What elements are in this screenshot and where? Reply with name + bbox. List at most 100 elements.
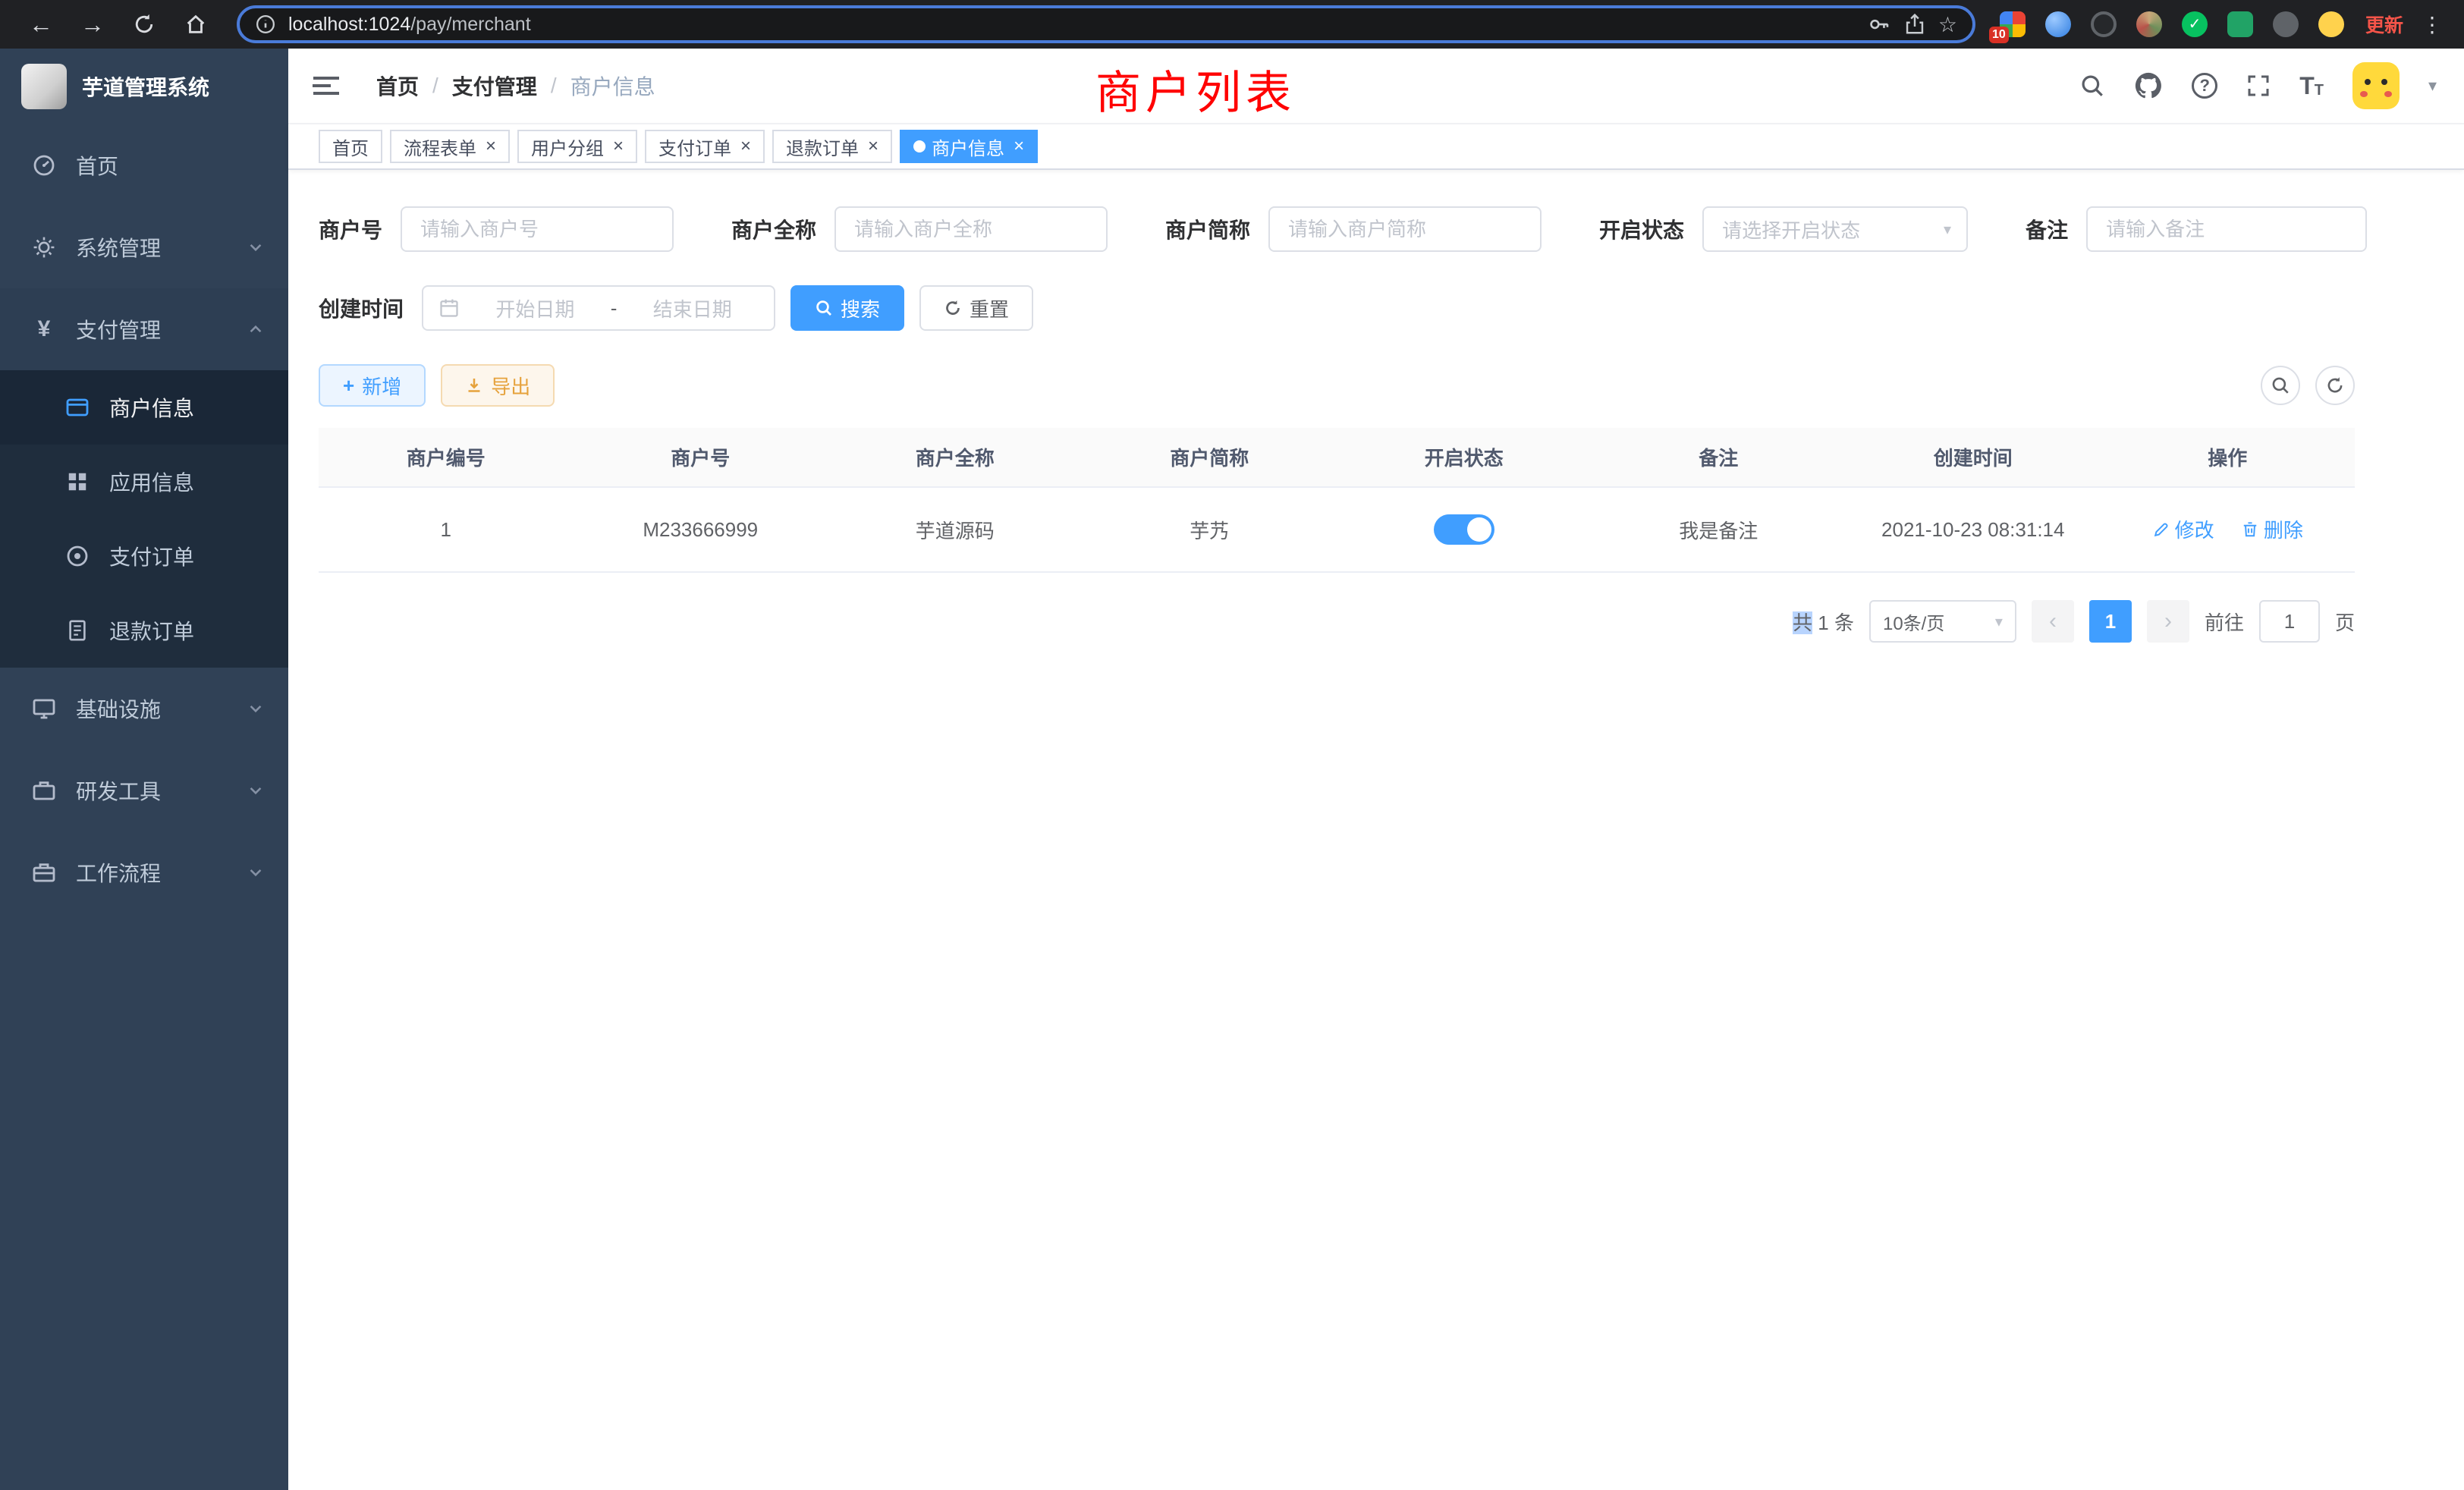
sidebar-item-label: 商户信息	[109, 392, 194, 423]
merchant-table: 商户编号 商户号 商户全称 商户简称 开启状态 备注 创建时间 操作 1 M23…	[319, 428, 2355, 573]
url-text: localhost:1024/pay/merchant	[288, 14, 1856, 36]
github-icon[interactable]	[2134, 71, 2163, 100]
remark-input[interactable]	[2086, 206, 2367, 252]
sidebar-item-pay-order[interactable]: 支付订单	[0, 519, 288, 593]
extension-icon[interactable]	[2227, 11, 2253, 37]
browser-back-icon[interactable]: ←	[24, 8, 58, 41]
tab-home[interactable]: 首页	[319, 130, 382, 163]
merchant-short-name-input[interactable]	[1268, 206, 1542, 252]
app-logo[interactable]: 芋道管理系统	[0, 49, 288, 124]
share-icon[interactable]	[1903, 13, 1926, 36]
bookmark-star-icon[interactable]: ☆	[1938, 12, 1957, 37]
status-select[interactable]: 请选择开启状态 ▾	[1702, 206, 1968, 252]
add-button[interactable]: + 新增	[319, 364, 426, 407]
chevron-down-icon	[247, 239, 264, 256]
tab-pay-order[interactable]: 支付订单 ×	[645, 130, 765, 163]
tab-merchant-info[interactable]: 商户信息 ×	[900, 130, 1038, 163]
pencil-icon	[2152, 520, 2170, 539]
circle-dot-icon	[64, 544, 91, 568]
close-icon[interactable]: ×	[740, 136, 751, 157]
toggle-search-button[interactable]	[2261, 366, 2300, 405]
goto-page-input[interactable]	[2259, 600, 2320, 643]
site-info-icon[interactable]	[255, 14, 276, 35]
create-time-range-picker[interactable]: 开始日期 - 结束日期	[422, 285, 775, 331]
refresh-icon	[944, 299, 962, 317]
download-icon	[465, 376, 483, 395]
sidebar-item-payment[interactable]: ¥ 支付管理	[0, 288, 288, 370]
sidebar-item-home[interactable]: 首页	[0, 124, 288, 206]
close-icon[interactable]: ×	[613, 136, 624, 157]
avatar[interactable]	[2352, 62, 2400, 109]
browser-forward-icon[interactable]: →	[76, 8, 109, 41]
extensions-puzzle-icon[interactable]: 10	[2000, 11, 2026, 37]
search-icon[interactable]	[2079, 73, 2105, 99]
browser-reload-icon[interactable]	[127, 8, 161, 41]
extension-icon[interactable]	[2045, 11, 2071, 37]
close-icon[interactable]: ×	[1014, 136, 1024, 157]
remark-label: 备注	[2026, 214, 2068, 244]
chevron-up-icon	[247, 321, 264, 338]
browser-update-button[interactable]: 更新	[2353, 11, 2415, 38]
create-time-label: 创建时间	[319, 293, 404, 323]
refresh-table-button[interactable]	[2315, 366, 2355, 405]
hamburger-icon[interactable]	[288, 48, 364, 124]
browser-home-icon[interactable]	[179, 8, 212, 41]
close-icon[interactable]: ×	[868, 136, 878, 157]
address-bar[interactable]: localhost:1024/pay/merchant ☆	[237, 5, 1975, 43]
tab-user-group[interactable]: 用户分组 ×	[517, 130, 637, 163]
calendar-icon	[438, 297, 460, 319]
prev-page-button[interactable]: ‹	[2032, 600, 2074, 643]
sidebar-item-system[interactable]: 系统管理	[0, 206, 288, 288]
close-icon[interactable]: ×	[486, 136, 496, 157]
trash-icon	[2241, 520, 2259, 539]
merchant-no-input[interactable]	[401, 206, 674, 252]
status-toggle[interactable]	[1434, 514, 1494, 545]
breadcrumb-payment[interactable]: 支付管理	[452, 71, 537, 101]
column-header: 商户编号	[319, 428, 574, 486]
sidebar-item-merchant-info[interactable]: 商户信息	[0, 370, 288, 445]
edit-link[interactable]: 修改	[2152, 515, 2214, 543]
fullscreen-icon[interactable]	[2246, 74, 2271, 98]
help-icon[interactable]: ?	[2192, 73, 2217, 99]
tab-refund-order[interactable]: 退款订单 ×	[772, 130, 892, 163]
sidebar-item-dev-tools[interactable]: 研发工具	[0, 750, 288, 831]
sidebar-item-label: 基础设施	[76, 693, 161, 724]
breadcrumb-home[interactable]: 首页	[376, 71, 419, 101]
chevron-down-icon	[247, 700, 264, 717]
delete-link[interactable]: 删除	[2241, 515, 2303, 543]
active-dot	[913, 140, 926, 152]
end-date-placeholder: 结束日期	[626, 294, 759, 322]
export-button[interactable]: 导出	[441, 364, 555, 407]
cell-merchant-id: 1	[319, 518, 574, 542]
tab-label: 流程表单	[404, 134, 476, 160]
browser-extensions: 10 ✓	[1991, 11, 2353, 37]
extension-icon[interactable]: ✓	[2182, 11, 2208, 37]
reset-button[interactable]: 重置	[919, 285, 1033, 331]
page-1-button[interactable]: 1	[2089, 600, 2132, 643]
sidebar-item-workflow[interactable]: 工作流程	[0, 831, 288, 913]
tab-process-form[interactable]: 流程表单 ×	[390, 130, 510, 163]
page-size-select[interactable]: 10条/页 ▾	[1869, 600, 2016, 643]
sidebar-item-label: 退款订单	[109, 615, 194, 646]
toolbox-icon	[30, 778, 58, 803]
browser-menu-icon[interactable]: ⋮	[2415, 12, 2449, 37]
next-page-button[interactable]: ›	[2147, 600, 2189, 643]
sidebar-item-refund-order[interactable]: 退款订单	[0, 593, 288, 668]
status-label: 开启状态	[1599, 214, 1684, 244]
sidebar-item-app-info[interactable]: 应用信息	[0, 445, 288, 519]
key-icon[interactable]	[1868, 13, 1891, 36]
extension-icon[interactable]	[2273, 11, 2299, 37]
sidebar-item-infrastructure[interactable]: 基础设施	[0, 668, 288, 750]
extension-smiley-icon[interactable]	[2318, 11, 2344, 37]
merchant-full-name-input[interactable]	[834, 206, 1108, 252]
breadcrumb-separator: /	[432, 74, 438, 98]
chevron-down-icon[interactable]: ▾	[2428, 76, 2437, 96]
font-size-icon[interactable]: TT	[2299, 74, 2324, 98]
extension-icon[interactable]	[2091, 11, 2117, 37]
search-button[interactable]: 搜索	[790, 285, 904, 331]
page-content: 商户号 商户全称 商户简称 开启状态 请选择开启状态 ▾	[288, 170, 2464, 1490]
grid-icon	[64, 470, 91, 493]
extension-icon[interactable]	[2136, 11, 2162, 37]
breadcrumb: 首页 / 支付管理 / 商户信息	[376, 71, 655, 101]
tab-label: 商户信息	[932, 134, 1004, 160]
